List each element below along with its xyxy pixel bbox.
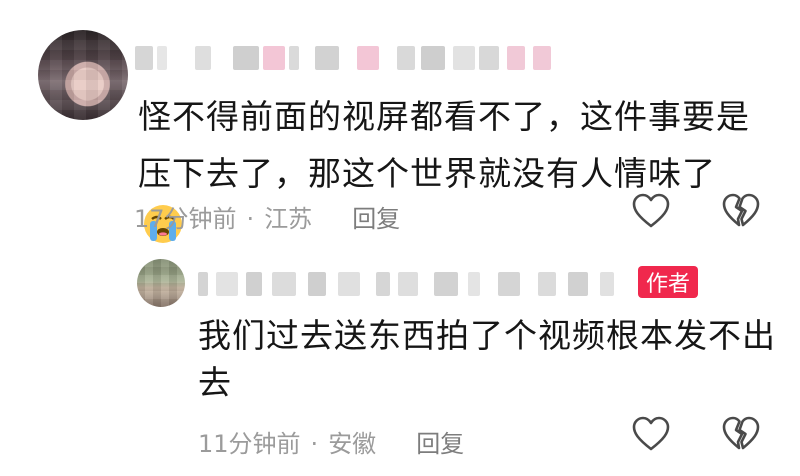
comment-location: 江苏 — [264, 205, 313, 233]
comment-reply-button[interactable]: 回复 — [352, 205, 400, 233]
heart-outline-icon[interactable] — [632, 193, 670, 233]
reply-text: 我们过去送东西拍了个视频根本发不出去 — [198, 316, 776, 402]
heart-outline-icon[interactable] — [632, 416, 670, 456]
author-badge: 作者 — [638, 266, 698, 298]
comment-body: 怪不得前面的视屏都看不了，这件事要是压下去了，那这个世界就没有人情味了 — [138, 97, 750, 193]
broken-heart-outline-icon[interactable] — [722, 193, 760, 233]
reply-username-blurred[interactable] — [198, 272, 618, 296]
reply-location: 安徽 — [328, 430, 377, 458]
comment-meta: 17分钟前 · 江苏 回复 — [134, 199, 400, 234]
meta-separator: · — [310, 430, 319, 458]
reply-avatar[interactable] — [137, 259, 185, 307]
meta-separator: · — [246, 205, 255, 233]
reply-time: 11分钟前 — [198, 430, 301, 458]
reply-meta: 11分钟前 · 安徽 回复 — [198, 424, 464, 459]
comment-time: 17分钟前 — [134, 205, 237, 233]
avatar[interactable] — [38, 30, 128, 120]
reply-reply-button[interactable]: 回复 — [416, 430, 464, 458]
username-blurred[interactable] — [135, 46, 575, 70]
comment-text: 怪不得前面的视屏都看不了，这件事要是压下去了，那这个世界就没有人情味了 — [138, 88, 758, 262]
broken-heart-outline-icon[interactable] — [722, 416, 760, 456]
